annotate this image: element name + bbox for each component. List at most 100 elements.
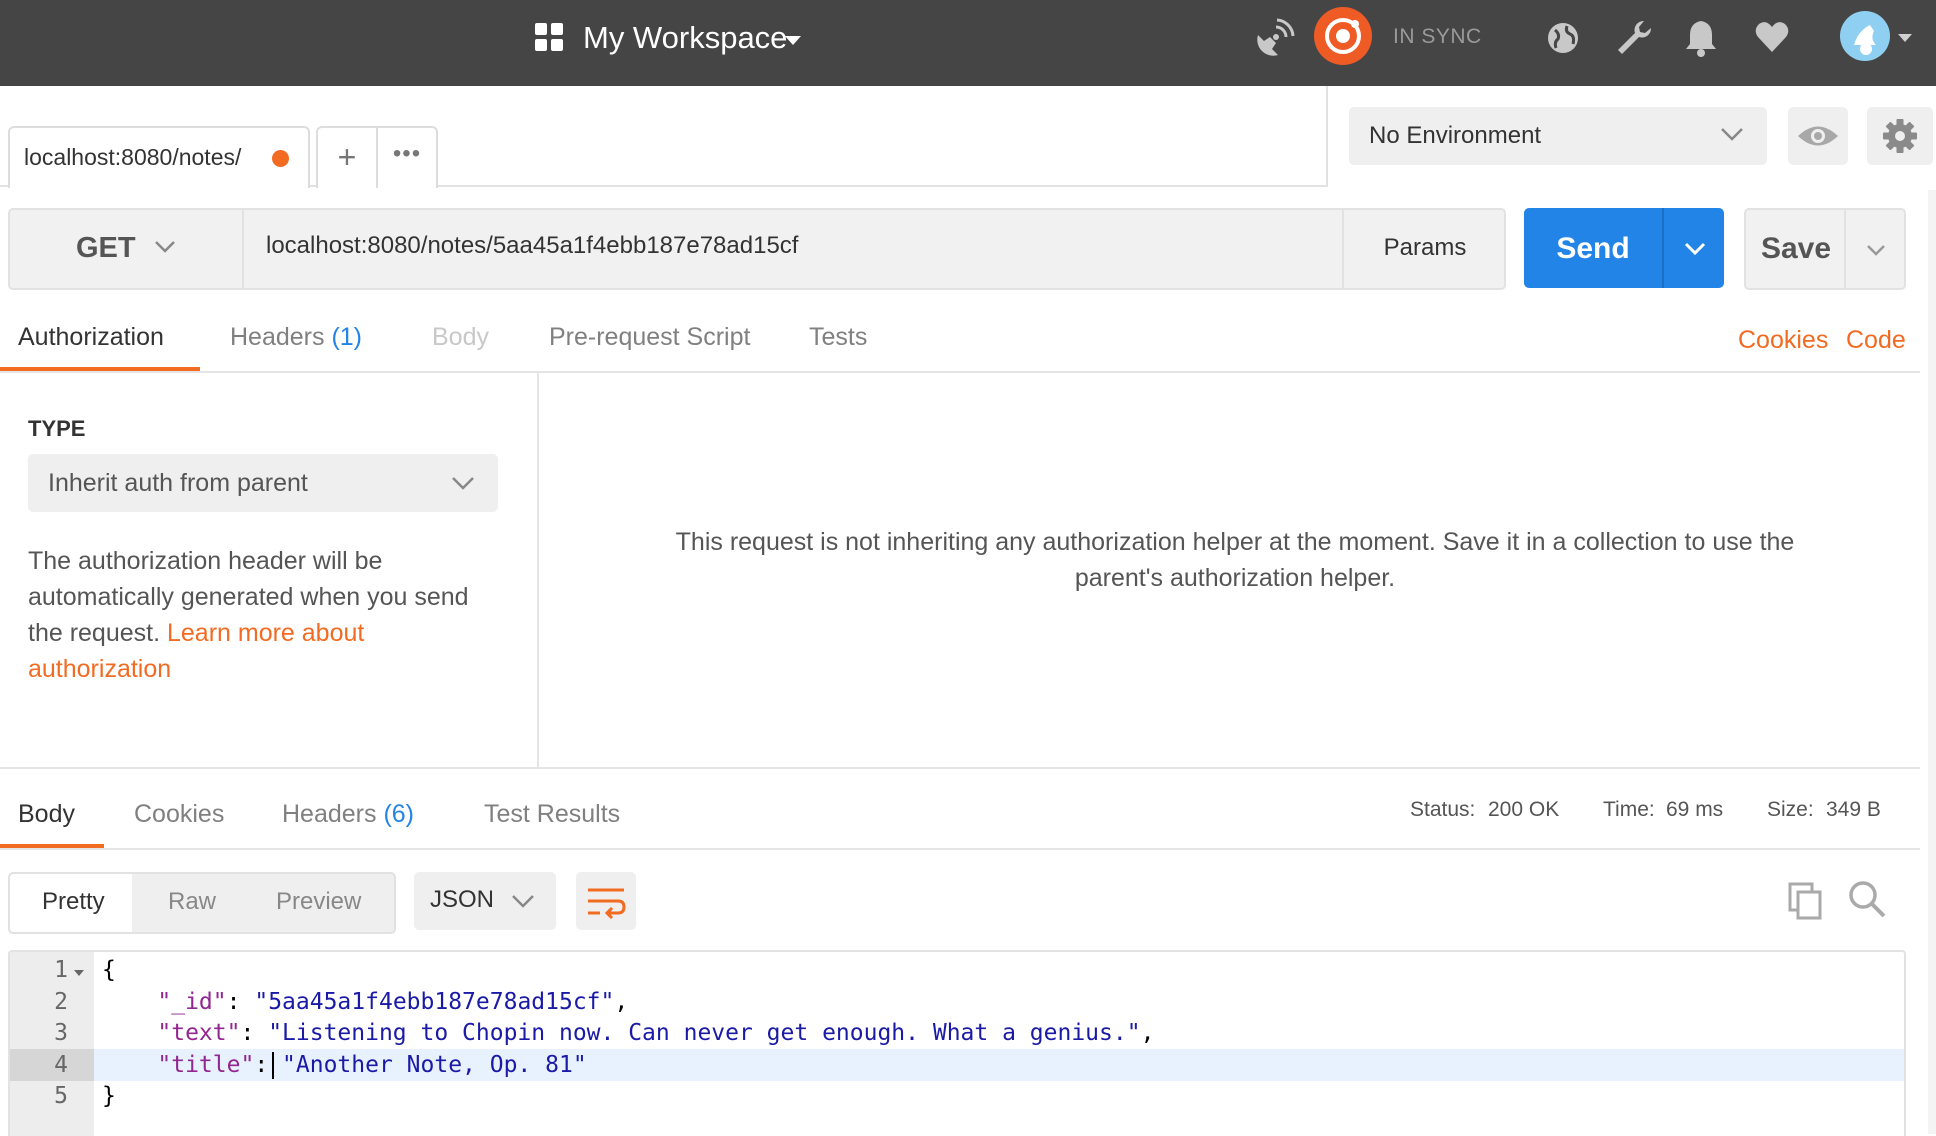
code-line: } [102,1083,116,1109]
time-value: 69 ms [1666,798,1724,821]
scrollbar[interactable] [1928,190,1936,1134]
chevron-down-icon[interactable] [785,36,801,45]
auth-type-select-value: Inherit auth from parent [48,469,308,497]
cookies-link[interactable]: Cookies [1738,326,1828,355]
line-number: 4 [54,1052,68,1078]
json-comma: , [1140,1020,1155,1046]
environment-select[interactable]: No Environment [1349,107,1767,165]
top-bar: My Workspace IN SYNC [0,0,1936,86]
auth-message-line: parent's authorization helper. [1074,564,1396,592]
divider [537,373,539,767]
environment-select-value: No Environment [1369,122,1542,149]
raw-button[interactable]: Raw [168,888,216,916]
code-line: "_id": "5aa45a1f4ebb187e78ad15cf", [102,989,628,1015]
headers-count-badge: (1) [331,323,363,351]
params-button-label: Params [1383,234,1467,261]
avatar[interactable] [1840,11,1890,61]
json-string: "5aa45a1f4ebb187e78ad15cf" [254,989,615,1015]
request-tab[interactable]: localhost:8080/notes/ [8,126,310,188]
wrench-icon[interactable] [1614,18,1654,58]
chevron-down-icon[interactable] [1898,34,1912,42]
request-tab-label: localhost:8080/notes/ [24,144,242,170]
satellite-icon[interactable] [1252,17,1296,61]
pretty-button[interactable]: Pretty [10,874,132,932]
search-icon[interactable] [1846,878,1888,920]
url-input[interactable]: localhost:8080/notes/5aa45a1f4ebb187e78a… [266,232,798,260]
auth-message-line: This request is not inheriting any autho… [675,528,1795,556]
more-tabs-button[interactable]: ••• [378,128,436,188]
json-key: "text" [157,1020,241,1046]
sync-status: IN SYNC [1393,25,1482,48]
divider [0,848,1920,850]
tab-prerequest-script[interactable]: Pre-request Script [549,323,750,352]
response-tab-headers[interactable]: Headers (6) [282,800,414,829]
pretty-button-label: Pretty [42,888,105,915]
response-tab-cookies[interactable]: Cookies [134,800,224,829]
code-line: { [102,957,116,983]
json-key: "_id" [157,989,227,1015]
status-value: 200 OK [1488,798,1560,821]
line-number: 3 [54,1020,68,1046]
tab-authorization[interactable]: Authorization [18,323,164,352]
request-bar: GET localhost:8080/notes/5aa45a1f4ebb187… [8,208,1506,290]
preview-button[interactable]: Preview [276,888,361,916]
gear-icon [1883,119,1917,153]
response-body-editor[interactable]: 1 2 3 4 5 { "_id": "5aa45a1f4ebb187e78ad… [8,950,1906,1136]
heart-icon[interactable] [1754,20,1790,54]
tab-tests[interactable]: Tests [809,323,867,352]
fold-toggle-icon[interactable] [74,970,84,976]
method-select[interactable]: GET [10,210,244,288]
environment-quick-look-button[interactable] [1788,107,1848,165]
divider [0,371,1920,373]
add-tab-button[interactable]: + [318,128,378,188]
sync-icon[interactable] [1314,7,1372,65]
view-mode-group: Pretty Raw Preview [8,872,396,934]
settings-button[interactable] [1867,107,1933,165]
json-colon: : [254,1052,283,1078]
send-button-label: Send [1556,232,1630,265]
send-button[interactable]: Send [1524,208,1724,288]
tab-actions: + ••• [316,126,438,188]
json-colon: : [240,1020,269,1046]
workspace-grid-icon[interactable] [535,23,565,53]
json-comma: , [614,989,629,1015]
json-key: "title" [157,1052,255,1078]
chevron-down-icon[interactable] [1680,234,1710,264]
json-colon: : [226,989,255,1015]
globe-icon[interactable] [1545,20,1581,56]
response-headers-count-badge: (6) [383,800,415,828]
eye-icon [1798,126,1838,146]
line-number: 1 [54,957,68,983]
workspace-title[interactable]: My Workspace [583,18,787,58]
chevron-down-icon [512,895,534,908]
size-value: 349 B [1826,798,1881,821]
auth-type-select[interactable]: Inherit auth from parent [28,454,498,512]
format-select-value: JSON [430,886,495,913]
line-number: 5 [54,1083,68,1109]
params-button[interactable]: Params [1342,210,1506,288]
code-line: "text": "Listening to Chopin now. Can ne… [102,1020,1154,1046]
divider [0,767,1920,769]
format-select[interactable]: JSON [414,872,556,930]
bell-icon[interactable] [1683,18,1719,58]
chevron-down-icon [452,477,474,490]
code-link[interactable]: Code [1846,326,1906,355]
wrap-lines-button[interactable] [576,872,636,930]
tab-headers[interactable]: Headers (1) [230,323,362,352]
text-cursor [272,1052,274,1079]
copy-icon[interactable] [1786,880,1826,922]
save-button-label: Save [1760,232,1832,265]
response-tab-headers-label: Headers [282,800,377,828]
save-button[interactable]: Save [1744,208,1906,290]
auth-type-label: TYPE [28,416,86,441]
divider [1844,210,1846,288]
tab-headers-label: Headers [230,323,325,351]
chevron-down-icon[interactable] [1862,236,1890,264]
divider [1662,208,1664,288]
tab-body[interactable]: Body [432,323,489,352]
method-select-value: GET [76,232,136,264]
response-tab-test-results[interactable]: Test Results [484,800,620,829]
response-tab-body[interactable]: Body [18,800,75,829]
unsaved-indicator [272,150,289,167]
line-number: 2 [54,989,68,1015]
